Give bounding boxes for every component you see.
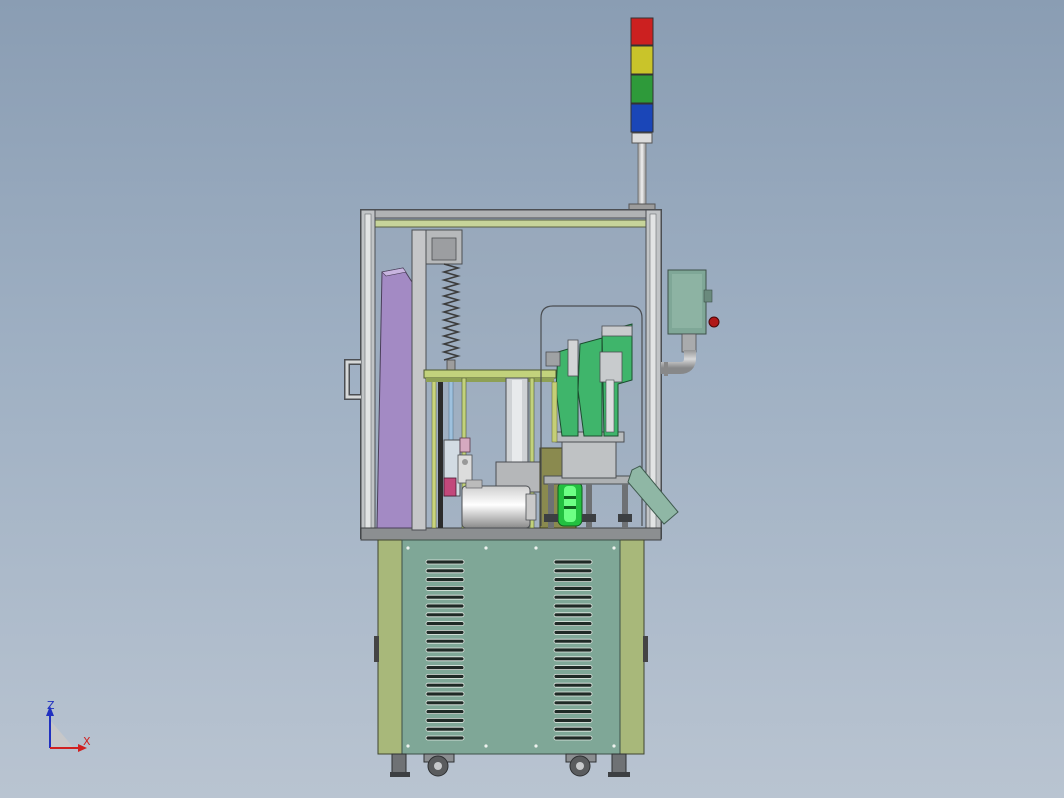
- vent-slot: [553, 577, 593, 582]
- casters: [390, 753, 630, 777]
- vent-slot: [553, 665, 593, 670]
- vent-slot: [425, 647, 465, 653]
- vent-slot: [553, 700, 593, 706]
- vent-slot: [425, 709, 465, 714]
- vent-slot: [425, 568, 465, 574]
- vent-slot: [425, 638, 465, 644]
- vent-slot: [553, 594, 593, 600]
- vent-slot: [553, 726, 593, 732]
- purple-plate: [376, 267, 413, 529]
- vent-slot: [553, 674, 593, 679]
- vent-slot: [553, 621, 593, 626]
- vent-slot: [553, 682, 593, 688]
- x-axis-label: X: [83, 735, 91, 748]
- vent-slot: [553, 568, 593, 574]
- vent-slot: [553, 656, 593, 662]
- vent-slot: [425, 621, 465, 626]
- vent-slot: [553, 638, 593, 644]
- vent-slot: [425, 594, 465, 600]
- vent-slot: [553, 709, 593, 714]
- vent-slot: [553, 612, 593, 618]
- vent-slot: [425, 735, 465, 741]
- stack-light-yellow: [630, 45, 654, 75]
- vent-slot: [553, 735, 593, 741]
- stack-light-base: [631, 132, 653, 144]
- vent-slot: [425, 674, 465, 679]
- vent-slot: [425, 682, 465, 688]
- vent-slot: [425, 586, 465, 591]
- stack-light-blue: [630, 103, 654, 133]
- stack-light-green: [630, 74, 654, 104]
- vent-slot: [553, 630, 593, 635]
- axis-triad: [46, 706, 87, 752]
- vent-slot: [553, 586, 593, 591]
- vent-slot: [553, 718, 593, 723]
- vent-slot: [553, 603, 593, 609]
- vent-slot: [425, 630, 465, 635]
- vent-slot: [553, 691, 593, 697]
- motor: [461, 479, 537, 529]
- cad-viewport[interactable]: Z X: [0, 0, 1064, 798]
- vent-slot: [425, 718, 465, 723]
- vent-slot: [425, 656, 465, 662]
- vent-slot: [425, 691, 465, 697]
- vent-slot: [425, 700, 465, 706]
- stack-light: [628, 17, 656, 211]
- z-axis-label: Z: [47, 699, 55, 712]
- vent-slot: [425, 559, 465, 565]
- vent-slot: [425, 665, 465, 670]
- vent-slot: [553, 559, 593, 565]
- vent-slot: [425, 726, 465, 732]
- machine-model[interactable]: [0, 0, 1064, 798]
- control-box: [661, 269, 720, 376]
- vent-slot: [425, 577, 465, 582]
- vent-slot: [425, 612, 465, 618]
- lower-cabinet: [374, 539, 648, 755]
- vent-slot: [425, 603, 465, 609]
- stack-light-pole: [637, 141, 647, 209]
- stack-light-red: [630, 17, 654, 46]
- vent-slot: [553, 647, 593, 653]
- vent-louvers-left: [425, 559, 465, 741]
- vent-louvers-right: [553, 559, 593, 741]
